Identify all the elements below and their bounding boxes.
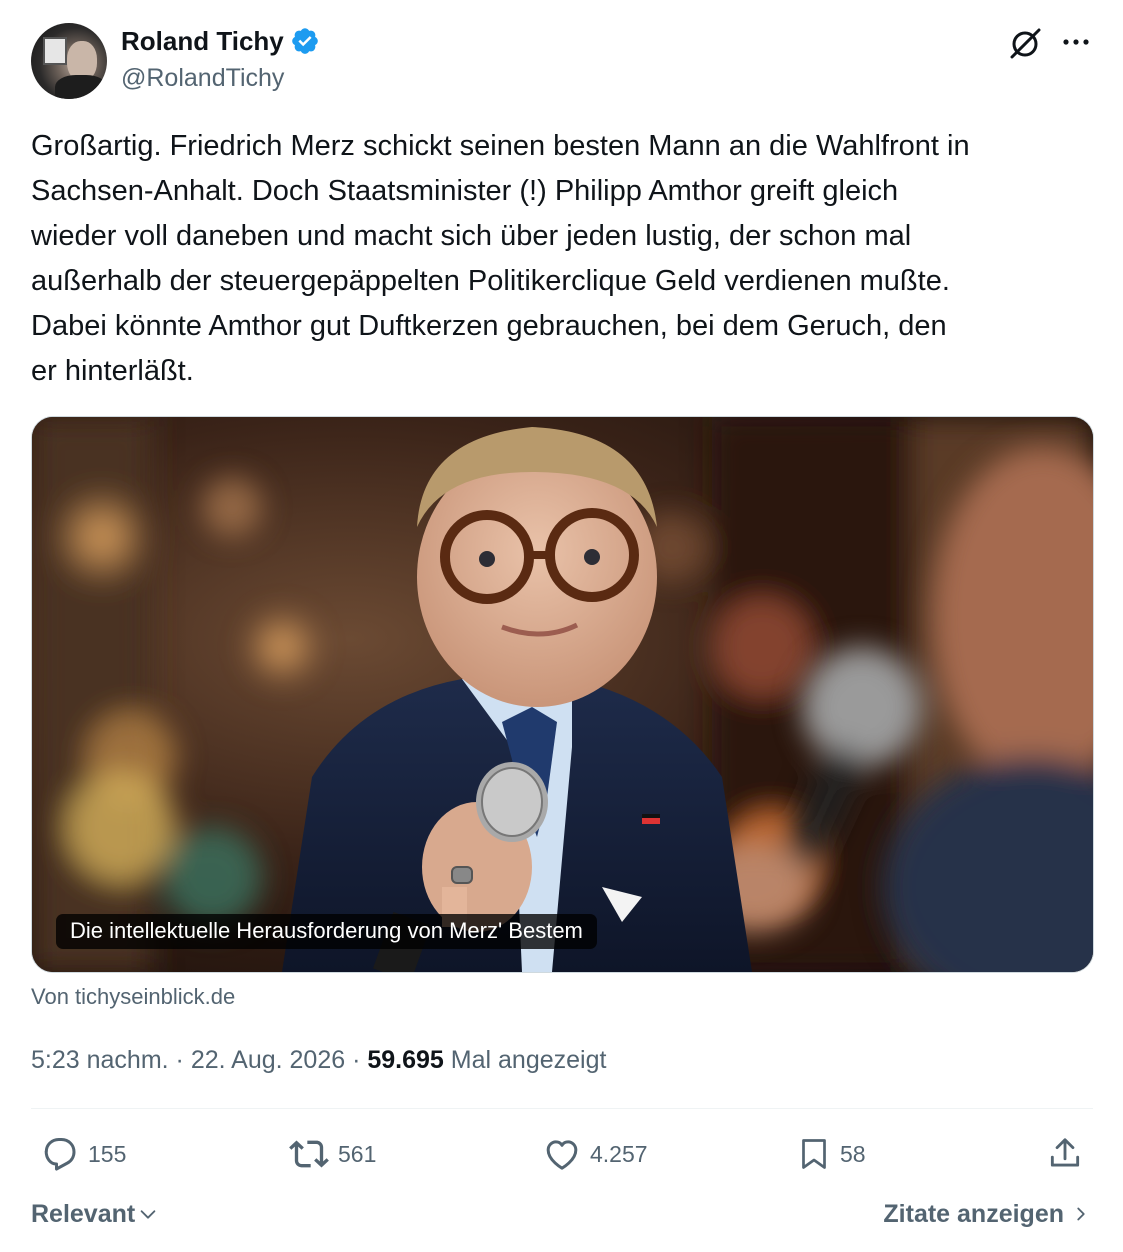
view-quotes-label: Zitate anzeigen [883, 1200, 1064, 1228]
author-name-row: Roland Tichy [121, 26, 320, 56]
repost-count: 561 [338, 1140, 377, 1167]
meta-separator: · [175, 1046, 184, 1074]
like-icon [546, 1140, 578, 1170]
bookmark-icon [802, 1139, 826, 1169]
avatar-body [55, 75, 107, 99]
repost-button[interactable]: 561 [288, 1134, 376, 1174]
tweet-date[interactable]: 22. Aug. 2026 [191, 1046, 345, 1074]
link-card-media[interactable]: Die intellektuelle Herausforderung von M… [31, 416, 1094, 973]
meta-separator: · [352, 1046, 361, 1074]
bookmark-button[interactable]: 58 [796, 1134, 866, 1174]
tweet-article: Roland Tichy @RolandTichy Großartig. Fri… [0, 0, 1123, 1252]
share-button[interactable] [1046, 1134, 1084, 1174]
tweet-time[interactable]: 5:23 nachm. [31, 1046, 169, 1074]
sort-dropdown[interactable]: Relevant [31, 1197, 159, 1231]
link-card-caption: Die intellektuelle Herausforderung von M… [56, 914, 597, 949]
chevron-down-icon [140, 1210, 156, 1219]
link-card-photo [32, 417, 1093, 972]
reply-icon [44, 1138, 76, 1171]
like-button[interactable]: 4.257 [542, 1134, 648, 1174]
avatar-background-frame [43, 37, 67, 65]
tweet-text: Großartig. Friedrich Merz schickt seinen… [31, 130, 970, 387]
author-display-name[interactable]: Roland Tichy [121, 26, 284, 56]
grok-icon[interactable] [1006, 24, 1044, 62]
divider [31, 1108, 1093, 1109]
reply-button[interactable]: 155 [40, 1134, 126, 1174]
views-count: 59.695 [367, 1046, 444, 1074]
share-icon [1050, 1138, 1080, 1167]
tweet-meta: 5:23 nachm. · 22. Aug. 2026 · 59.695 Mal… [31, 1043, 606, 1077]
bookmark-count: 58 [840, 1140, 866, 1167]
author-handle[interactable]: @RolandTichy [121, 62, 284, 94]
avatar[interactable] [31, 23, 107, 99]
repost-icon [289, 1140, 329, 1168]
more-icon[interactable] [1058, 26, 1094, 58]
link-card-source[interactable]: Von tichyseinblick.de [31, 983, 235, 1011]
like-count: 4.257 [590, 1140, 648, 1167]
chevron-right-icon [1077, 1207, 1085, 1221]
verified-badge-icon[interactable] [290, 26, 320, 56]
view-quotes-link[interactable]: Zitate anzeigen [883, 1197, 1090, 1231]
views-label: Mal angezeigt [450, 1046, 607, 1074]
sort-label: Relevant [31, 1200, 136, 1228]
reply-count: 155 [88, 1140, 127, 1167]
